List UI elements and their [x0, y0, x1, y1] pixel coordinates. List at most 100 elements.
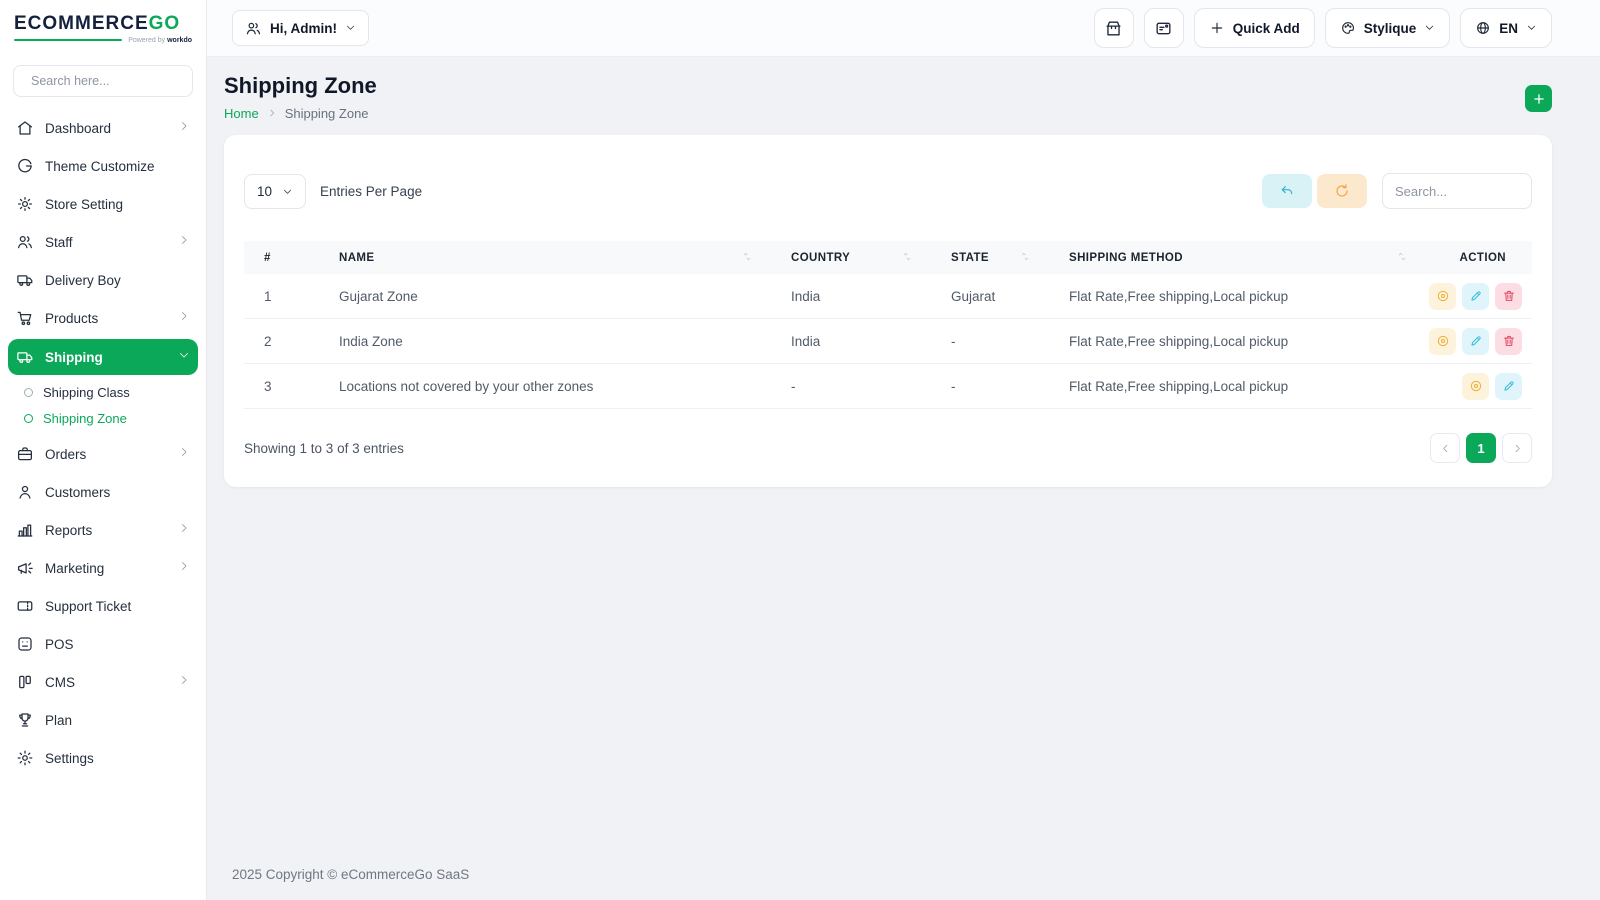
table-row: 3 Locations not covered by your other zo…	[244, 364, 1532, 409]
chevron-right-icon	[178, 445, 190, 463]
cell-country: India	[791, 288, 821, 304]
breadcrumb: Home Shipping Zone	[224, 106, 377, 121]
column-header-name[interactable]: NAME	[319, 250, 771, 266]
refresh-icon	[1336, 184, 1348, 197]
pos-icon	[16, 635, 34, 653]
chevron-left-icon	[1442, 444, 1447, 452]
chevron-down-icon	[178, 348, 190, 366]
undo-button[interactable]	[1262, 174, 1312, 208]
quick-add-button[interactable]: Quick Add	[1193, 8, 1315, 48]
briefcase-icon	[16, 445, 34, 463]
sidebar-item-delivery-boy[interactable]: Delivery Boy	[8, 261, 198, 299]
globe-icon	[1477, 22, 1490, 34]
plus-icon	[1533, 93, 1544, 104]
cell-shipping-method: Flat Rate,Free shipping,Local pickup	[1069, 288, 1289, 304]
copyright-footer: 2025 Copyright © eCommerceGo SaaS	[232, 867, 470, 882]
sidebar-item-marketing[interactable]: Marketing	[8, 549, 198, 587]
refresh-button[interactable]	[1317, 174, 1367, 208]
sidebar-item-reports[interactable]: Reports	[8, 511, 198, 549]
view-button[interactable]	[1429, 327, 1456, 355]
chevron-right-icon	[178, 521, 190, 539]
sidebar-item-customers[interactable]: Customers	[8, 473, 198, 511]
trophy-icon	[16, 711, 34, 729]
column-header-action: ACTION	[1459, 251, 1506, 264]
theme-name: Stylique	[1363, 20, 1417, 36]
sidebar-item-support-ticket[interactable]: Support Ticket	[8, 587, 198, 625]
table-header-row: # NAME COUNTRY STATE SHIPPING METHOD ACT…	[244, 241, 1532, 274]
column-header-shipping-method[interactable]: SHIPPING METHOD	[1049, 250, 1426, 266]
profile-dropdown-button[interactable]: Hi, Admin!	[232, 10, 369, 46]
users-icon	[246, 22, 261, 34]
cell-country: India	[791, 333, 821, 349]
sidebar-search	[13, 65, 193, 97]
sidebar-item-staff[interactable]: Staff	[8, 223, 198, 261]
brand-underline	[14, 38, 123, 42]
chevron-right-icon	[178, 559, 190, 577]
bar-chart-icon	[16, 521, 34, 539]
store-gear-icon	[16, 195, 34, 213]
storefront-icon	[1106, 20, 1121, 36]
sort-icon	[900, 250, 913, 266]
sidebar-item-plan[interactable]: Plan	[8, 701, 198, 739]
add-shipping-zone-button[interactable]	[1525, 85, 1552, 112]
edit-button[interactable]	[1462, 327, 1489, 355]
sort-icon	[1018, 250, 1031, 266]
sidebar-menu: Dashboard Theme Customize Store Setting …	[0, 107, 206, 900]
breadcrumb-home-link[interactable]: Home	[224, 106, 259, 121]
sidebar-item-cms[interactable]: CMS	[8, 663, 198, 701]
sidebar-search-input[interactable]	[31, 74, 192, 88]
column-header-state[interactable]: STATE	[931, 250, 1049, 266]
sidebar-item-dashboard[interactable]: Dashboard	[8, 109, 198, 147]
column-header-country[interactable]: COUNTRY	[771, 250, 931, 266]
delete-button[interactable]	[1495, 327, 1522, 355]
sidebar: ECOMMERCEGO Powered by workdo Dashboard …	[0, 0, 207, 900]
card-view-button[interactable]	[1143, 8, 1184, 48]
cell-country: -	[791, 378, 796, 394]
pagination-page-1-button[interactable]: 1	[1466, 433, 1496, 463]
sidebar-item-shipping-class[interactable]: Shipping Class	[8, 379, 198, 405]
row-actions	[1426, 327, 1532, 355]
theme-select-button[interactable]: Stylique	[1324, 8, 1451, 48]
sidebar-item-products[interactable]: Products	[8, 299, 198, 337]
theme-icon	[16, 157, 34, 175]
table-search-input[interactable]	[1382, 173, 1532, 209]
sidebar-item-shipping-zone[interactable]: Shipping Zone	[8, 405, 198, 431]
page-content: Shipping Zone Home Shipping Zone 10 Entr…	[207, 57, 1600, 851]
brand-name: ECOMMERCEGO	[14, 14, 192, 33]
delete-button[interactable]	[1495, 282, 1522, 310]
entries-per-page-select[interactable]: 10	[244, 173, 307, 209]
brand-tagline: Powered by workdo	[14, 37, 192, 44]
bullet-ring-icon	[24, 413, 33, 423]
sidebar-item-theme-customize[interactable]: Theme Customize	[8, 147, 198, 185]
table-controls: 10 Entries Per Page	[244, 173, 1532, 209]
users-icon	[16, 233, 34, 251]
edit-button[interactable]	[1462, 282, 1489, 310]
storefront-button[interactable]	[1093, 8, 1134, 48]
sidebar-item-store-setting[interactable]: Store Setting	[8, 185, 198, 223]
sidebar-item-orders[interactable]: Orders	[8, 435, 198, 473]
pagination-prev-button[interactable]	[1430, 433, 1460, 463]
view-button[interactable]	[1429, 282, 1456, 310]
sidebar-item-settings[interactable]: Settings	[8, 739, 198, 777]
cart-icon	[16, 309, 34, 327]
chevron-right-icon	[267, 106, 277, 121]
sidebar-item-shipping[interactable]: Shipping	[8, 339, 198, 375]
cell-name: Gujarat Zone	[339, 288, 418, 304]
chevron-down-icon	[283, 189, 292, 194]
table-footer: Showing 1 to 3 of 3 entries 1	[244, 433, 1532, 463]
shipping-zone-table: # NAME COUNTRY STATE SHIPPING METHOD ACT…	[244, 241, 1532, 409]
sidebar-item-pos[interactable]: POS	[8, 625, 198, 663]
shipping-zone-card: 10 Entries Per Page Search... # NAME COU…	[224, 135, 1552, 487]
eye-icon	[1437, 290, 1448, 302]
edit-button[interactable]	[1495, 372, 1522, 400]
pagination-next-button[interactable]	[1502, 433, 1532, 463]
table-row: 2 India Zone India - Flat Rate,Free ship…	[244, 319, 1532, 364]
brand-logo[interactable]: ECOMMERCEGO Powered by workdo	[0, 0, 206, 57]
pencil-icon	[1503, 381, 1514, 391]
view-button[interactable]	[1462, 372, 1489, 400]
home-icon	[16, 119, 34, 137]
powered-by-brand: workdo	[167, 36, 192, 44]
language-select-button[interactable]: EN	[1460, 8, 1552, 48]
cell-shipping-method: Flat Rate,Free shipping,Local pickup	[1069, 333, 1289, 349]
table-controls-right	[1262, 173, 1532, 209]
